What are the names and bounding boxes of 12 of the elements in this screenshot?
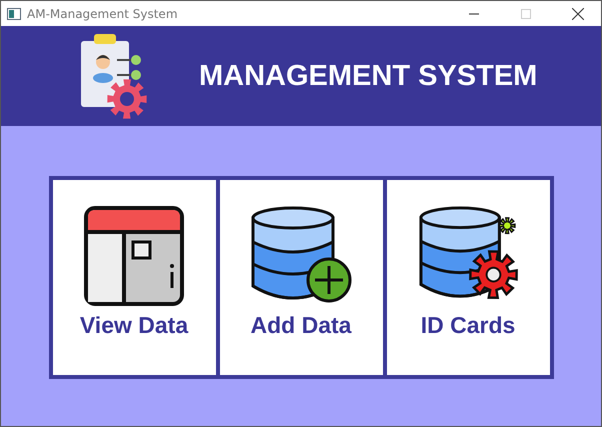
card-label: ID Cards bbox=[420, 312, 516, 339]
close-icon bbox=[572, 8, 584, 20]
card-label: View Data bbox=[80, 312, 188, 339]
window-title: AM-Management System bbox=[27, 6, 179, 20]
maximize-icon bbox=[521, 8, 531, 18]
menu-card[interactable]: ID Cards bbox=[386, 180, 550, 375]
card-label: Add Data bbox=[250, 312, 352, 339]
menu-card[interactable]: Add Data bbox=[220, 180, 382, 375]
cabinet-icon bbox=[84, 206, 184, 306]
app-icon bbox=[7, 8, 21, 20]
menu-card[interactable]: View Data bbox=[52, 180, 216, 375]
app-heading: MANAGEMENT SYSTEM bbox=[199, 60, 538, 92]
